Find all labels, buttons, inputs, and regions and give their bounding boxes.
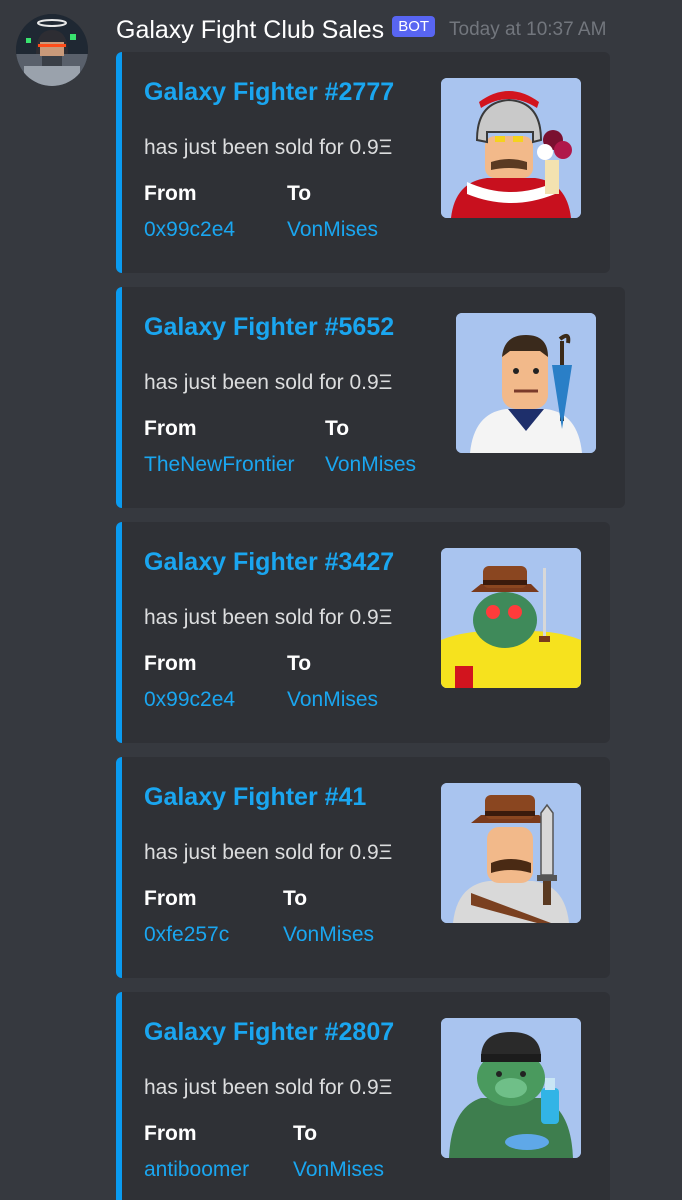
from-value[interactable]: 0x99c2e4	[144, 218, 235, 242]
to-value[interactable]: VonMises	[325, 453, 416, 477]
embed-thumbnail[interactable]	[441, 78, 581, 218]
embed-title[interactable]: Galaxy Fighter #2807	[144, 1018, 394, 1047]
to-value[interactable]: VonMises	[293, 1158, 384, 1182]
to-label: To	[325, 417, 350, 440]
embed-description: has just been sold for 0.9Ξ	[144, 841, 393, 864]
to-value[interactable]: VonMises	[287, 218, 378, 242]
from-label: From	[144, 417, 197, 440]
to-value[interactable]: VonMises	[283, 923, 374, 947]
from-label: From	[144, 1122, 197, 1145]
green-bear-fedora-fighter-icon	[441, 548, 581, 688]
to-value[interactable]: VonMises	[287, 688, 378, 712]
embed-title[interactable]: Galaxy Fighter #5652	[144, 313, 394, 342]
message-header: Galaxy Fight Club Sales BOT Today at 10:…	[116, 12, 606, 48]
from-value[interactable]: 0xfe257c	[144, 923, 229, 947]
embed-description: has just been sold for 0.9Ξ	[144, 606, 393, 629]
sailor-umbrella-fighter-icon	[456, 313, 596, 453]
astronaut-fighter-avatar-icon	[16, 14, 88, 86]
from-label: From	[144, 652, 197, 675]
from-label: From	[144, 182, 197, 205]
from-value[interactable]: 0x99c2e4	[144, 688, 235, 712]
cowboy-knife-fighter-icon	[441, 783, 581, 923]
embed-title[interactable]: Galaxy Fighter #3427	[144, 548, 394, 577]
embed-thumbnail[interactable]	[441, 1018, 581, 1158]
chat-message: Galaxy Fight Club Sales BOT Today at 10:…	[0, 0, 682, 1200]
from-label: From	[144, 887, 197, 910]
sale-embed: Galaxy Fighter #2807 has just been sold …	[116, 992, 610, 1200]
to-label: To	[287, 182, 312, 205]
from-value[interactable]: TheNewFrontier	[144, 453, 295, 477]
to-label: To	[283, 887, 308, 910]
to-label: To	[287, 652, 312, 675]
embed-thumbnail[interactable]	[441, 548, 581, 688]
bot-badge: BOT	[392, 15, 436, 37]
from-value[interactable]: antiboomer	[144, 1158, 249, 1182]
sale-embed: Galaxy Fighter #5652 has just been sold …	[116, 287, 625, 508]
username[interactable]: Galaxy Fight Club Sales	[116, 16, 384, 45]
to-label: To	[293, 1122, 318, 1145]
sale-embed: Galaxy Fighter #2777 has just been sold …	[116, 52, 610, 273]
sale-embed: Galaxy Fighter #41 has just been sold fo…	[116, 757, 610, 978]
green-bear-beanie-fighter-icon	[441, 1018, 581, 1158]
bot-avatar[interactable]	[16, 14, 88, 86]
timestamp[interactable]: Today at 10:37 AM	[449, 19, 606, 41]
embed-description: has just been sold for 0.9Ξ	[144, 1076, 393, 1099]
embed-title[interactable]: Galaxy Fighter #41	[144, 783, 366, 812]
embed-title[interactable]: Galaxy Fighter #2777	[144, 78, 394, 107]
embed-description: has just been sold for 0.9Ξ	[144, 136, 393, 159]
embed-description: has just been sold for 0.9Ξ	[144, 371, 393, 394]
embed-thumbnail[interactable]	[456, 313, 596, 453]
embed-thumbnail[interactable]	[441, 783, 581, 923]
roman-helmet-fighter-icon	[441, 78, 581, 218]
sale-embed: Galaxy Fighter #3427 has just been sold …	[116, 522, 610, 743]
